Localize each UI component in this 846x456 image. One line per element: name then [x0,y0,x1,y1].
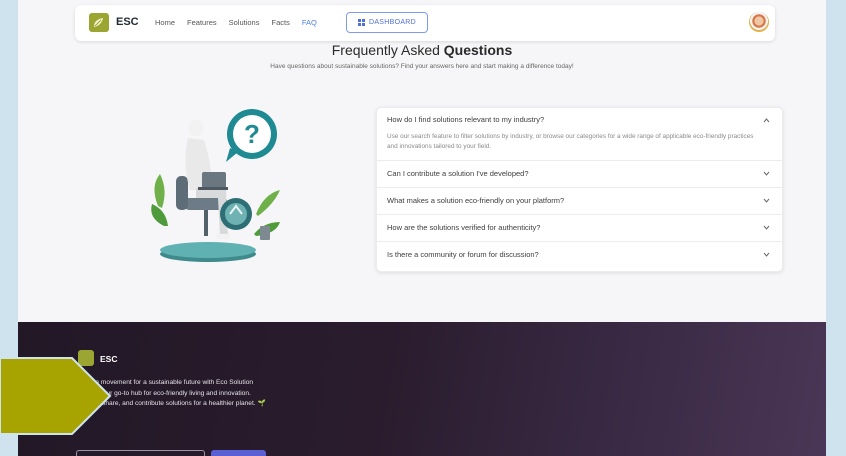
nav-solutions[interactable]: Solutions [229,18,260,27]
chevron-down-icon[interactable] [763,197,770,204]
faq-answer: Use our search feature to filter solutio… [387,133,754,150]
chevron-down-icon[interactable] [763,170,770,177]
faq-question[interactable]: What makes a solution eco-friendly on yo… [377,188,782,214]
faq-item[interactable]: How are the solutions verified for authe… [377,215,782,242]
avatar[interactable] [749,12,769,32]
faq-question[interactable]: How do I find solutions relevant to my i… [377,108,782,132]
chevron-down-icon[interactable] [763,224,770,231]
nav-facts[interactable]: Facts [271,18,289,27]
title-bold: Questions [443,42,513,58]
faq-question[interactable]: Is there a community or forum for discus… [377,242,782,268]
navbar: ESC Home Features Solutions Facts FAQ DA… [75,5,775,41]
faq-item[interactable]: Is there a community or forum for discus… [377,242,782,268]
footer: ESC Join the movement for a sustainable … [18,322,826,456]
nav-faq[interactable]: FAQ [302,18,317,27]
faq-question[interactable]: Can I contribute a solution I've develop… [377,161,782,187]
page-subtitle: Have questions about sustainable solutio… [270,63,574,70]
faq-item[interactable]: How do I find solutions relevant to my i… [377,108,782,161]
page-title: Frequently Asked Questions [18,42,826,58]
subscribe-button[interactable] [211,450,266,456]
logo[interactable] [89,13,109,32]
dashboard-button[interactable]: DASHBOARD [346,12,428,33]
newsletter-input[interactable] [76,450,205,456]
faq-illustration: ? [151,109,280,262]
page: ESC Home Features Solutions Facts FAQ DA… [18,0,826,456]
faq-accordion: How do I find solutions relevant to my i… [376,107,783,272]
svg-text:?: ? [244,119,260,149]
chevron-down-icon[interactable] [763,251,770,258]
brand-name[interactable]: ESC [116,16,139,28]
title-plain: Frequently Asked [331,42,444,58]
nav-features[interactable]: Features [187,18,217,27]
leaf-logo-icon [94,18,103,27]
chevron-up-icon[interactable] [763,117,770,124]
dashboard-label: DASHBOARD [368,19,417,26]
nav-home[interactable]: Home [155,18,175,27]
faq-item[interactable]: Can I contribute a solution I've develop… [377,161,782,188]
pointer-arrow-shape [0,357,112,435]
faq-item[interactable]: What makes a solution eco-friendly on yo… [377,188,782,215]
nav-links: Home Features Solutions Facts FAQ [155,18,317,27]
grid-icon [357,19,365,26]
faq-question[interactable]: How are the solutions verified for authe… [377,215,782,241]
